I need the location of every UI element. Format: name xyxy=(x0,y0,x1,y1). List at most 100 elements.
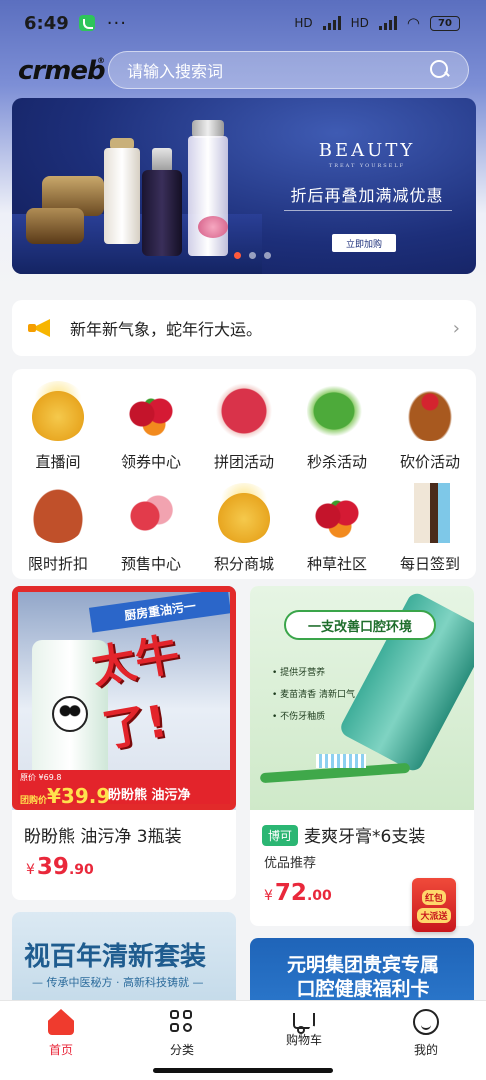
battery-icon: 70 xyxy=(430,15,460,31)
product-art-subtitle: — 传承中医秘方 · 高新科技铸就 — xyxy=(32,976,204,989)
tab-label: 首页 xyxy=(48,1043,73,1057)
product-title: 盼盼熊 油污净 3瓶装 xyxy=(24,827,182,847)
category-item-live[interactable]: 直播间 xyxy=(12,381,104,472)
status-indicators: HD HD ◠ 70 xyxy=(294,14,460,32)
buy-now-button[interactable]: 立即加购 xyxy=(332,234,396,252)
category-label: 领券中心 xyxy=(120,453,181,471)
product-card[interactable]: 视百年清新套装 — 传承中医秘方 · 高新科技铸就 — xyxy=(12,912,236,1002)
product-card[interactable]: 元明集团贵宾专属 口腔健康福利卡 xyxy=(250,938,474,1002)
search-bar[interactable]: 请输入搜索词 xyxy=(108,51,469,89)
category-item-bargain[interactable]: 砍价活动 xyxy=(384,381,476,472)
bullet-item: • 麦苗清香 清新口气 xyxy=(272,690,356,700)
banner-divider xyxy=(284,210,452,211)
product-title: 麦爽牙膏*6支装 xyxy=(304,827,426,847)
banner-brand: BEAUTY TREAT YOURSELF xyxy=(282,140,452,169)
category-label: 直播间 xyxy=(35,453,81,471)
product-essence-image xyxy=(188,136,228,256)
banner-brand-tagline: TREAT YOURSELF xyxy=(328,163,406,169)
product-serum-image xyxy=(142,170,182,256)
search-placeholder: 请输入搜索词 xyxy=(127,62,224,81)
category-label: 每日签到 xyxy=(399,555,460,573)
tab-label: 我的 xyxy=(413,1043,438,1057)
vegetable-icon xyxy=(307,381,367,441)
megaphone-icon xyxy=(28,317,58,339)
home-icon xyxy=(48,1009,74,1035)
price-currency: ¥ xyxy=(264,888,273,904)
chevron-right-icon: › xyxy=(452,317,460,339)
product-art-title: 视百年清新套装 xyxy=(24,942,207,972)
envelope-label-2: 大派送 xyxy=(417,908,451,923)
berry-icon xyxy=(121,483,181,543)
cherry-icon xyxy=(121,381,181,441)
carousel-dot-2[interactable] xyxy=(249,252,256,259)
status-bar: 6:49 ··· HD HD ◠ 70 xyxy=(0,0,486,46)
category-item-limited-discount[interactable]: 限时折扣 xyxy=(12,483,104,574)
brand-tag: 博可 xyxy=(262,825,299,846)
flower-decoration xyxy=(198,216,228,238)
product-art-headline: 一支改善口腔环境 xyxy=(284,610,436,640)
product-art-line-1: 元明集团贵宾专属 xyxy=(286,954,439,976)
category-label: 砍价活动 xyxy=(399,453,460,471)
product-price: ¥39.90 xyxy=(26,854,94,880)
announcement-bar[interactable]: 新年新气象，蛇年行大运。 › xyxy=(12,300,476,356)
category-label: 积分商城 xyxy=(213,555,274,573)
more-notifications-icon: ··· xyxy=(106,12,127,34)
category-label: 种草社区 xyxy=(306,555,367,573)
category-icon xyxy=(169,1009,195,1035)
hotpot-icon xyxy=(28,483,88,543)
promo-banner[interactable]: BEAUTY TREAT YOURSELF 折后再叠加满减优惠 立即加购 xyxy=(12,98,476,274)
product-art-bullets: • 提供牙营养 • 麦苗清香 清新口气 • 不伤牙釉质 xyxy=(272,662,355,728)
tab-cart[interactable]: 购物车 xyxy=(264,1009,344,1048)
network-hd-label-1: HD xyxy=(294,16,313,30)
product-jar-image xyxy=(26,208,84,244)
category-label: 预售中心 xyxy=(120,555,181,573)
category-item-points-mall[interactable]: 积分商城 xyxy=(198,483,290,574)
signal-icon-2 xyxy=(378,16,397,30)
category-item-community[interactable]: 种草社区 xyxy=(291,483,383,574)
network-hd-label-2: HD xyxy=(350,16,369,30)
wifi-icon: ◠ xyxy=(406,14,420,32)
banner-brand-name: BEAUTY xyxy=(318,140,416,161)
cherry-icon xyxy=(307,483,367,543)
product-card[interactable]: 厨房重油污一 太牛了! 原价 ¥69.8 团购价¥39.9 盼盼熊 油污净 盼盼… xyxy=(12,586,236,900)
category-item-coupons[interactable]: 领券中心 xyxy=(105,381,197,472)
envelope-label-1: 红包 xyxy=(421,890,446,905)
red-envelope-button[interactable]: 红包 大派送 xyxy=(412,878,456,932)
logo-text: crmeb xyxy=(18,56,106,86)
brand-logo[interactable]: crmeb ® xyxy=(18,56,106,88)
price-decimal: .00 xyxy=(306,888,332,904)
tab-category[interactable]: 分类 xyxy=(142,1009,222,1058)
tab-profile[interactable]: 我的 xyxy=(386,1009,466,1058)
carousel-dot-1[interactable] xyxy=(234,252,241,259)
announcement-text: 新年新气象，蛇年行大运。 xyxy=(70,320,263,339)
chicken-icon xyxy=(400,381,460,441)
category-grid: 直播间 领券中心 拼团活动 秒杀活动 砍价活动 限时折扣 预售中心 积分商城 种… xyxy=(12,369,476,579)
carousel-dot-3[interactable] xyxy=(264,252,271,259)
search-icon[interactable] xyxy=(430,60,450,80)
product-cap-image xyxy=(152,148,172,172)
category-label: 限时折扣 xyxy=(27,555,88,573)
cart-icon xyxy=(293,1013,315,1034)
category-item-presale[interactable]: 预售中心 xyxy=(105,483,197,574)
tab-home[interactable]: 首页 xyxy=(21,1009,101,1058)
product-image-frame xyxy=(12,586,236,810)
category-label: 秒杀活动 xyxy=(306,453,367,471)
product-art-line-2: 口腔健康福利卡 xyxy=(296,978,430,1000)
price-integer: 72 xyxy=(274,880,307,906)
tab-label: 分类 xyxy=(169,1043,194,1057)
bullet-item: • 提供牙营养 xyxy=(272,668,326,678)
meat-icon xyxy=(214,381,274,441)
product-price: ¥72.00 xyxy=(264,880,332,906)
status-time: 6:49 xyxy=(24,12,69,34)
category-item-group-buy[interactable]: 拼团活动 xyxy=(198,381,290,472)
product-subtitle: 优品推荐 xyxy=(264,856,317,871)
banner-promo-text: 折后再叠加满减优惠 xyxy=(290,186,444,205)
category-item-daily-checkin[interactable]: 每日签到 xyxy=(384,483,476,574)
product-title-row: 博可 麦爽牙膏*6支装 xyxy=(262,822,425,847)
price-integer: 39 xyxy=(36,854,69,880)
carousel-dots xyxy=(234,252,271,259)
category-item-flash-sale[interactable]: 秒杀活动 xyxy=(291,381,383,472)
product-card[interactable]: 一支改善口腔环境 • 提供牙营养 • 麦苗清香 清新口气 • 不伤牙釉质 博可麦… xyxy=(250,586,474,926)
price-currency: ¥ xyxy=(26,862,35,878)
icecream-icon xyxy=(400,483,460,543)
